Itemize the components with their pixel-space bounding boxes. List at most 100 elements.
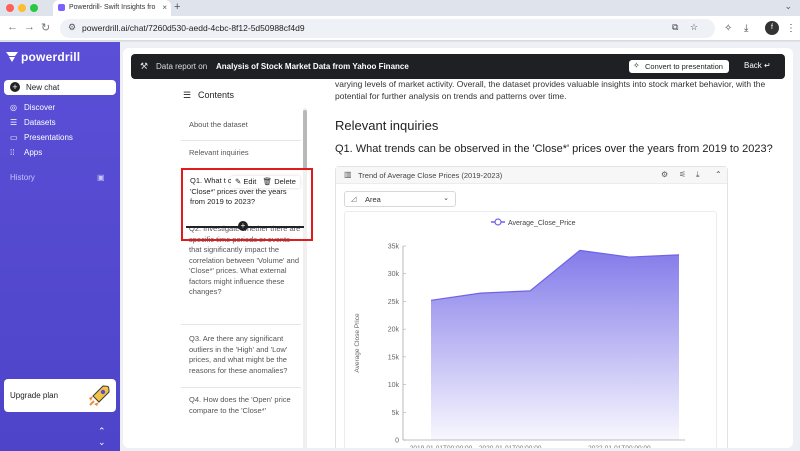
maximize-window-button[interactable]	[30, 4, 38, 12]
x-tick-label: 2020-01-01T00:00:00	[479, 445, 542, 448]
dataset-summary-text: varying levels of market activity. Overa…	[335, 79, 766, 101]
y-tick-label: 5k	[392, 410, 400, 417]
powerdrill-logo-icon	[6, 52, 18, 62]
back-button[interactable]: Back ↵	[744, 61, 771, 70]
contents-scroll-thumb[interactable]	[303, 110, 307, 170]
y-tick-label: 10k	[388, 382, 400, 389]
highlight-annotation-box	[181, 168, 313, 241]
chart-type-select[interactable]: ◿ Area ⌄	[344, 191, 456, 207]
convert-to-presentation-button[interactable]: ✧ Convert to presentation	[629, 60, 729, 73]
magic-wand-icon: ⚒	[140, 61, 149, 71]
toc-item-q4[interactable]: Q4. How does the 'Open' price compare to…	[181, 395, 301, 416]
extensions-icon[interactable]: ✧	[724, 23, 732, 34]
collapse-chevron-icon[interactable]: ⌃	[715, 170, 722, 179]
chart-card-header: ▥ Trend of Average Close Prices (2019-20…	[336, 167, 727, 184]
browser-tab[interactable]: Powerdrill- Swift Insights fro ×	[53, 0, 171, 16]
url-text: powerdrill.ai/chat/7260d530-aedd-4cbc-8f…	[82, 23, 305, 33]
database-icon: ☰	[10, 118, 18, 127]
q1-heading: Q1. What trends can be observed in the '…	[335, 143, 773, 155]
tab-list-chevron-icon[interactable]: ⌄	[784, 1, 792, 12]
grid-icon: ⁞⁞	[10, 148, 15, 157]
legend-marker	[494, 218, 502, 226]
y-axis-label: Average Close Price	[354, 313, 361, 373]
history-label: History	[10, 173, 35, 182]
y-tick-label: 25k	[388, 299, 400, 306]
sidebar-item-label: Discover	[24, 103, 56, 112]
toc-item-q2[interactable]: Q2. Investigate whether there are specif…	[181, 224, 301, 298]
profile-avatar[interactable]: f	[765, 21, 779, 35]
chart-settings-icon[interactable]: ⚙	[661, 170, 668, 179]
sidebar-item-label: Apps	[24, 148, 43, 157]
y-tick-label: 15k	[388, 354, 400, 361]
main-area: ⚒ Data report on Analysis of Stock Marke…	[120, 42, 800, 451]
area-chart: Average_Close_Price 0 5k 10k 15k 20k 25k 30k 35k…	[354, 218, 685, 448]
toc-item-about-dataset[interactable]: About the dataset	[181, 120, 301, 131]
chart-card-title: Trend of Average Close Prices (2019-2023…	[358, 171, 503, 180]
chart-icon: ▥	[344, 170, 352, 179]
area-chart-icon: ◿	[351, 196, 357, 203]
chart-filter-icon[interactable]: ⚟	[679, 170, 686, 179]
toc-divider	[181, 140, 301, 141]
chart-card: ▥ Trend of Average Close Prices (2019-20…	[335, 166, 728, 448]
y-tick-label: 20k	[388, 327, 400, 334]
x-tick-label: 2022-01-01T00:00:00	[588, 445, 651, 448]
return-arrow-icon: ↵	[764, 61, 771, 70]
chart-download-icon[interactable]: ⤓	[696, 170, 700, 180]
report-topbar: ⚒ Data report on Analysis of Stock Marke…	[131, 54, 785, 79]
toc-divider	[181, 324, 301, 325]
brand-name: powerdrill	[21, 50, 81, 64]
report-prefix: Data report on	[156, 62, 208, 71]
sidebar-item-label: Datasets	[24, 118, 56, 127]
report-title: Analysis of Stock Market Data from Yahoo…	[216, 62, 409, 71]
back-arrow-icon[interactable]: ←	[7, 21, 18, 33]
upgrade-plan-button[interactable]: Upgrade plan	[4, 379, 116, 412]
toc-item-relevant-inquiries[interactable]: Relevant inquiries	[181, 148, 301, 159]
install-app-icon[interactable]: ⧉	[672, 22, 678, 33]
sidebar-item-label: Presentations	[24, 133, 73, 142]
browser-tabstrip: Powerdrill- Swift Insights fro × + ⌄	[0, 0, 800, 16]
new-tab-button[interactable]: +	[174, 1, 180, 13]
sparkle-icon: ✧	[633, 61, 640, 70]
close-tab-icon[interactable]: ×	[162, 3, 167, 12]
x-tick-label: 2019-01-01T00:00:00	[410, 445, 473, 448]
sidebar-item-datasets[interactable]: ☰ Datasets	[10, 118, 56, 127]
sidebar-item-apps[interactable]: ⁞⁞ Apps	[10, 148, 42, 157]
address-bar[interactable]: ⚙ powerdrill.ai/chat/7260d530-aedd-4cbc-…	[60, 19, 715, 38]
reload-icon[interactable]: ↻	[41, 21, 50, 34]
chart-plot-area: Average_Close_Price 0 5k 10k 15k 20k 25k 30k 35k…	[344, 211, 717, 448]
contents-heading-text: Contents	[198, 90, 235, 100]
compass-icon: ◎	[10, 103, 17, 112]
contents-list: About the dataset Relevant inquiries Q2.…	[181, 108, 311, 448]
list-icon: ☰	[183, 90, 192, 100]
new-chat-label: New chat	[26, 83, 60, 92]
expand-sidebar-icon[interactable]: ⌃ ⌄	[98, 426, 106, 448]
legend-label: Average_Close_Price	[508, 220, 576, 227]
convert-label: Convert to presentation	[645, 62, 723, 71]
area-fill	[431, 250, 679, 440]
rocket-icon	[89, 385, 110, 406]
toc-item-q3[interactable]: Q3. Are there any significant outliers i…	[181, 334, 301, 376]
upgrade-plan-label: Upgrade plan	[10, 391, 59, 400]
sidebar-item-presentations[interactable]: ▭ Presentations	[10, 133, 73, 142]
plus-icon: +	[10, 82, 20, 92]
download-icon[interactable]: ⤓	[744, 23, 748, 34]
contents-heading: ☰ Contents	[183, 90, 234, 101]
history-toggle-icon[interactable]: ▣	[97, 173, 105, 182]
sidebar-item-discover[interactable]: ◎ Discover	[10, 103, 55, 112]
site-info-icon[interactable]: ⚙	[68, 22, 76, 33]
browser-menu-icon[interactable]: ⋮	[786, 23, 796, 34]
brand-logo[interactable]: powerdrill	[6, 50, 80, 64]
toc-divider	[181, 387, 301, 388]
tab-title: Powerdrill- Swift Insights fro	[69, 4, 156, 11]
report-panel: ⚒ Data report on Analysis of Stock Marke…	[123, 48, 793, 448]
new-chat-button[interactable]: + New chat	[4, 80, 116, 95]
bookmark-star-icon[interactable]: ☆	[690, 22, 698, 33]
y-tick-label: 0	[395, 438, 399, 445]
chart-type-label: Area	[365, 195, 381, 204]
relevant-inquiries-heading: Relevant inquiries	[335, 118, 439, 133]
close-window-button[interactable]	[6, 4, 14, 12]
back-label: Back	[744, 61, 762, 70]
minimize-window-button[interactable]	[18, 4, 26, 12]
y-tick-label: 30k	[388, 271, 400, 278]
forward-arrow-icon[interactable]: →	[24, 21, 35, 33]
